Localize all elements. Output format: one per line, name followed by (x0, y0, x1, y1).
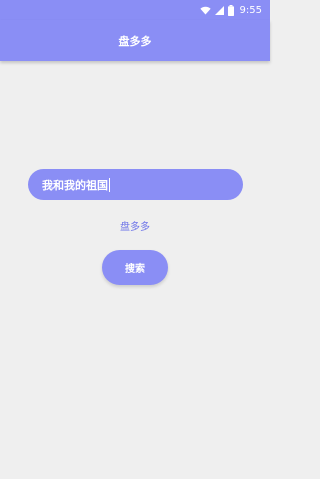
search-input-value: 我和我的祖国 (42, 178, 108, 192)
status-bar: 9:55 (0, 0, 270, 20)
signal-icon (214, 5, 224, 15)
search-button-label: 搜索 (125, 264, 145, 275)
app-title: 盘多多 (118, 34, 152, 48)
search-input[interactable]: 我和我的祖国 (28, 169, 243, 200)
app-bar: 盘多多 (0, 20, 270, 61)
status-time: 9:55 (239, 4, 262, 16)
search-button[interactable]: 搜索 (102, 250, 168, 285)
app-screen: 9:55 盘多多 我和我的祖国 盘多多 搜索 (0, 0, 270, 479)
wifi-icon (199, 6, 211, 15)
text-cursor (109, 177, 110, 192)
battery-icon (227, 4, 234, 16)
subtitle-label: 盘多多 (120, 222, 150, 233)
